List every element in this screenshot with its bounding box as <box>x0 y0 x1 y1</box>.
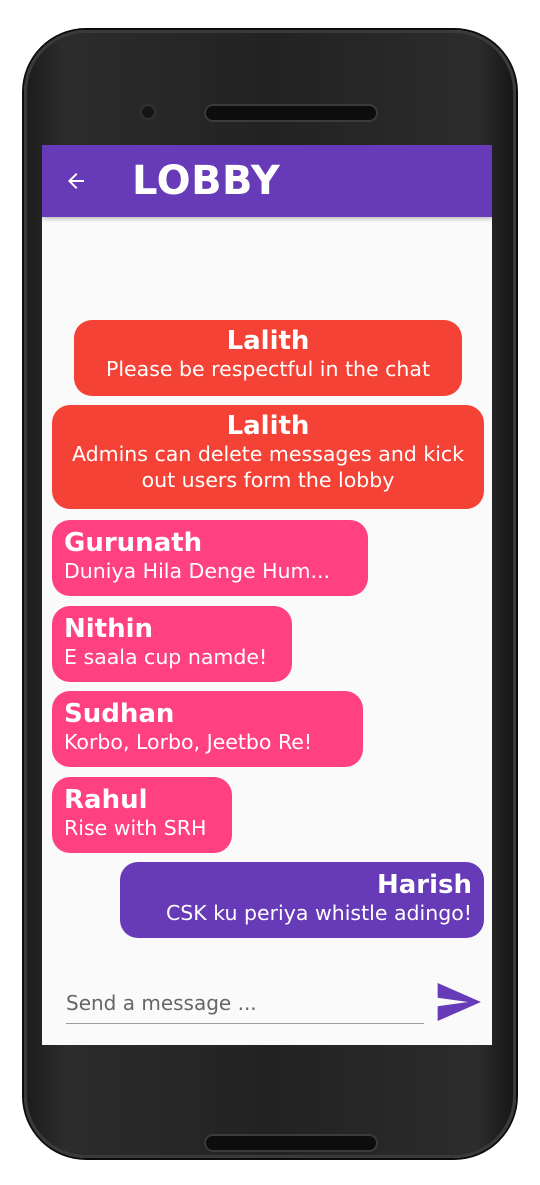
message-text: Please be respectful in the chat <box>105 357 431 381</box>
message-bubble-admin[interactable]: Lalith Admins can delete messages and ki… <box>52 405 484 509</box>
message-sender: Nithin <box>64 614 154 644</box>
message-bubble-user[interactable]: Gurunath Duniya Hila Denge Hum... <box>52 520 368 596</box>
message-bubble-user[interactable]: Nithin E saala cup namde! <box>52 606 292 682</box>
message-text: Duniya Hila Denge Hum... <box>64 559 331 583</box>
message-bubble-user[interactable]: Rahul Rise with SRH <box>52 777 232 853</box>
message-sender: Gurunath <box>64 528 203 558</box>
message-sender: Lalith <box>226 326 310 356</box>
message-composer <box>42 953 492 1045</box>
message-sender: Harish <box>376 870 472 900</box>
app-bar: LOBBY <box>42 145 492 217</box>
page-title: LOBBY <box>132 158 281 204</box>
message-sender: Lalith <box>226 411 310 441</box>
message-sender: Sudhan <box>64 699 175 729</box>
message-bubble-user[interactable]: Sudhan Korbo, Lorbo, Jeetbo Re! <box>52 691 363 767</box>
front-camera <box>142 106 154 118</box>
message-text: Rise with SRH <box>64 816 207 840</box>
bottom-speaker <box>204 1134 378 1152</box>
message-bubble-admin[interactable]: Lalith Please be respectful in the chat <box>74 320 462 396</box>
message-text: Korbo, Lorbo, Jeetbo Re! <box>64 730 313 754</box>
message-bubble-self[interactable]: Harish CSK ku periya whistle adingo! <box>120 862 484 938</box>
arrow-back-icon[interactable] <box>62 167 90 195</box>
message-text: CSK ku periya whistle adingo! <box>165 901 472 925</box>
message-text: Admins can delete messages and kick out … <box>71 442 465 492</box>
earpiece-speaker <box>204 104 378 122</box>
message-input[interactable] <box>66 983 424 1024</box>
send-icon[interactable] <box>434 977 484 1027</box>
message-sender: Rahul <box>64 785 148 815</box>
app-screen: LOBBY Lalith Please be respectful in the… <box>42 145 492 1045</box>
message-text: E saala cup namde! <box>64 645 268 669</box>
